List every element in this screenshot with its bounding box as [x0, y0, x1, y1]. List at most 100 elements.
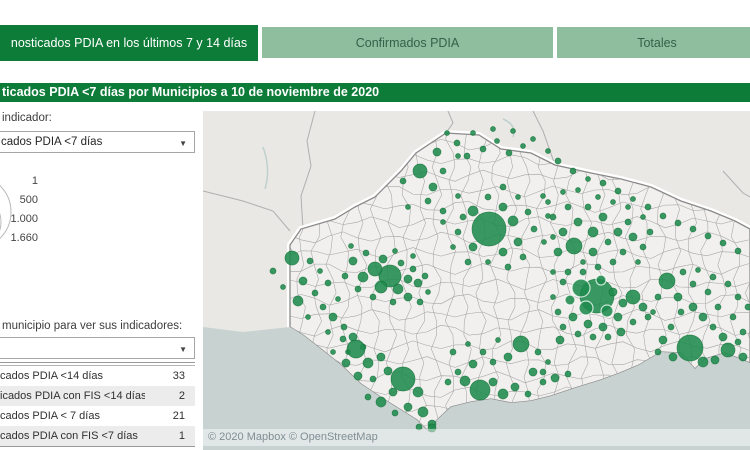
municipio-bubble[interactable] [410, 253, 416, 259]
municipio-bubble[interactable] [512, 335, 530, 353]
municipio-bubble[interactable] [704, 288, 712, 296]
municipio-bubble[interactable] [421, 272, 429, 280]
bubble-map[interactable]: © 2020 Mapbox © OpenStreetMap [203, 111, 750, 450]
municipio-bubble[interactable] [392, 283, 404, 295]
municipio-bubble[interactable] [573, 217, 583, 227]
municipio-bubble[interactable] [499, 183, 507, 191]
municipio-bubble[interactable] [565, 237, 583, 255]
municipio-bubble[interactable] [416, 298, 424, 306]
municipio-bubble[interactable] [595, 194, 601, 200]
municipio-bubble[interactable] [432, 147, 442, 157]
municipio-bubble[interactable] [610, 199, 616, 205]
municipio-bubble[interactable] [559, 278, 567, 286]
municipio-bubble[interactable] [412, 163, 428, 179]
municipio-bubble[interactable] [550, 269, 556, 275]
municipio-bubble[interactable] [613, 312, 623, 322]
municipio-bubble[interactable] [374, 280, 388, 294]
municipio-bubble[interactable] [676, 334, 704, 362]
municipio-bubble[interactable] [734, 247, 742, 255]
municipio-bubble[interactable] [459, 375, 471, 387]
municipio-bubble[interactable] [564, 294, 576, 306]
municipio-bubble[interactable] [588, 247, 598, 257]
municipio-bubble[interactable] [409, 265, 417, 273]
municipio-bubble[interactable] [534, 348, 542, 356]
municipio-bubble[interactable] [734, 338, 742, 346]
municipio-bubble[interactable] [644, 203, 652, 211]
municipio-bubble[interactable] [444, 130, 450, 136]
municipio-bubble[interactable] [710, 355, 720, 365]
municipio-bubble[interactable] [677, 308, 685, 316]
municipio-bubble[interactable] [541, 239, 547, 245]
municipio-bubble[interactable] [388, 387, 398, 397]
municipio-bubble[interactable] [468, 242, 478, 252]
municipio-bubble[interactable] [613, 227, 623, 237]
municipio-bubble[interactable] [554, 308, 562, 316]
municipio-bubble[interactable] [328, 312, 338, 322]
municipio-bubble[interactable] [317, 268, 323, 274]
municipio-bubble[interactable] [571, 278, 591, 298]
municipio-bubble[interactable] [479, 145, 487, 153]
municipio-bubble[interactable] [399, 177, 407, 185]
municipio-bubble[interactable] [744, 303, 750, 311]
municipio-bubble[interactable] [585, 176, 591, 182]
municipio-bubble[interactable] [479, 348, 487, 356]
municipio-bubble[interactable] [507, 215, 519, 227]
municipio-bubble[interactable] [704, 232, 712, 240]
municipio-bubble[interactable] [560, 189, 566, 195]
municipio-bubble[interactable] [569, 167, 577, 175]
municipio-bubble[interactable] [455, 193, 461, 199]
municipio-bubble[interactable] [439, 167, 447, 175]
municipio-bubble[interactable] [348, 256, 358, 266]
municipio-bubble[interactable] [668, 352, 678, 362]
municipio-bubble[interactable] [599, 179, 607, 187]
municipio-bubble[interactable] [635, 259, 641, 265]
municipio-bubble[interactable] [558, 227, 568, 237]
municipio-bubble[interactable] [729, 313, 737, 321]
municipio-bubble[interactable] [467, 205, 479, 217]
municipio-bubble[interactable] [454, 368, 462, 376]
municipio-bubble[interactable] [459, 213, 467, 221]
municipio-bubble[interactable] [550, 294, 556, 300]
municipio-bubble[interactable] [348, 243, 354, 249]
municipio-bubble[interactable] [559, 323, 567, 331]
municipio-bubble[interactable] [497, 388, 509, 400]
municipio-bubble[interactable] [311, 289, 319, 297]
municipio-bubble[interactable] [440, 219, 446, 225]
municipio-bubble[interactable] [369, 293, 377, 301]
municipio-bubble[interactable] [528, 367, 538, 377]
municipio-bubble[interactable] [353, 371, 363, 381]
table-row[interactable]: cados PDIA con FIS <7 días 1 [0, 426, 195, 446]
municipio-bubble[interactable] [689, 280, 697, 288]
municipio-bubble[interactable] [697, 356, 709, 368]
municipio-bubble[interactable] [564, 268, 572, 276]
municipio-bubble[interactable] [367, 261, 383, 277]
municipio-bubble[interactable] [530, 136, 536, 142]
municipio-bubble[interactable] [488, 377, 498, 387]
indicator-dropdown[interactable]: cados PDIA <7 días ▼ [0, 131, 195, 153]
municipio-bubble[interactable] [539, 368, 547, 376]
municipio-bubble[interactable] [630, 196, 636, 202]
municipio-bubble[interactable] [553, 247, 563, 257]
municipio-bubble[interactable] [695, 267, 701, 273]
municipio-bubble[interactable] [667, 323, 675, 331]
municipio-bubble[interactable] [498, 202, 508, 212]
municipio-bubble[interactable] [564, 370, 572, 378]
municipio-bubble[interactable] [644, 313, 652, 321]
municipio-bubble[interactable] [403, 292, 413, 302]
municipio-bubble[interactable] [354, 285, 362, 293]
municipio-bubble[interactable] [319, 303, 327, 311]
municipio-bubble[interactable] [392, 248, 398, 254]
municipio-bubble[interactable] [589, 333, 597, 341]
municipio-bubble[interactable] [720, 342, 736, 358]
municipio-bubble[interactable] [724, 280, 732, 288]
municipio-bubble[interactable] [428, 182, 438, 192]
municipio-bubble[interactable] [298, 276, 308, 286]
municipio-bubble[interactable] [324, 279, 332, 287]
municipio-bubble[interactable] [383, 366, 393, 376]
municipio-bubble[interactable] [679, 268, 687, 276]
municipio-bubble[interactable] [369, 375, 377, 383]
municipio-bubble[interactable] [498, 247, 508, 257]
municipio-bubble[interactable] [362, 357, 374, 369]
municipio-bubble[interactable] [579, 268, 587, 276]
municipio-bubble[interactable] [515, 194, 521, 200]
